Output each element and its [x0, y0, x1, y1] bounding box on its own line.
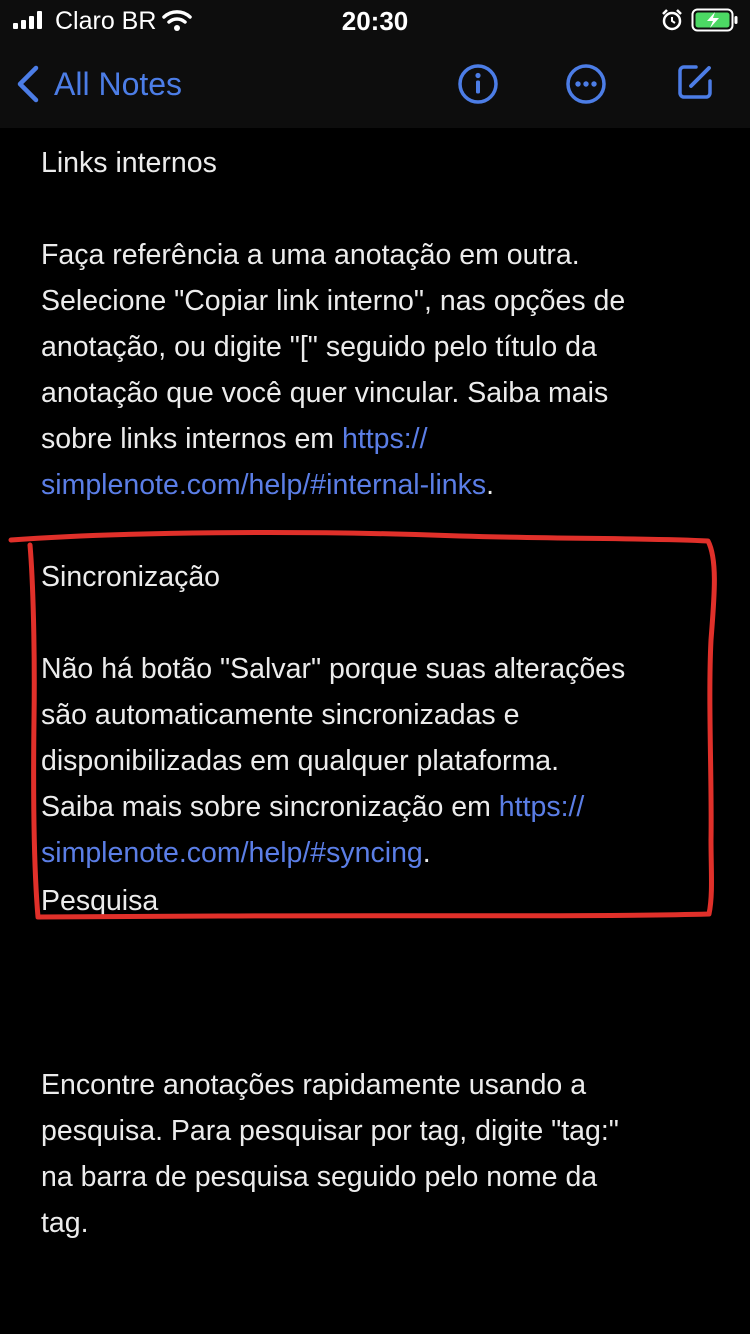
paragraph-line: tag. [41, 1207, 89, 1239]
paragraph-text: sobre links internos em [41, 423, 342, 455]
paragraph-line: simplenote.com/help/#internal-links. [41, 462, 721, 508]
status-bar: Claro BR 20:30 [0, 0, 750, 40]
info-icon[interactable] [457, 63, 499, 105]
heading-sincronizacao: Sincronização [41, 561, 221, 593]
paragraph-line: Selecione "Copiar link interno", nas opç… [41, 285, 626, 317]
internal-links-url-link[interactable]: https:// [342, 423, 428, 455]
paragraph-line: anotação que você quer vincular. Saiba m… [41, 377, 609, 409]
back-button-label: All Notes [54, 65, 183, 102]
paragraph-line: pesquisa. Para pesquisar por tag, digite… [41, 1115, 619, 1147]
paragraph-line: Saiba mais sobre sincronização em https:… [41, 784, 721, 830]
paragraph-text: Saiba mais sobre sincronização em [41, 791, 499, 823]
heading-links-internos: Links internos [41, 147, 217, 179]
more-options-icon[interactable] [565, 63, 607, 105]
note-content[interactable]: Links internos Faça referência a uma ano… [41, 140, 721, 1246]
status-time: 20:30 [341, 6, 409, 36]
chevron-left-icon [17, 65, 39, 103]
paragraph-line: na barra de pesquisa seguido pelo nome d… [41, 1161, 598, 1193]
paragraph-line: disponibilizadas em qualquer plataforma. [41, 745, 560, 777]
paragraph-line: são automaticamente sincronizadas e [41, 699, 520, 731]
navigation-bar: All Notes [0, 40, 750, 128]
battery-charging-icon [691, 8, 738, 32]
compose-new-note-icon[interactable] [676, 63, 714, 101]
heading-pesquisa: Pesquisa [41, 885, 159, 917]
paragraph-line: simplenote.com/help/#syncing. [41, 830, 721, 876]
paragraph-line: Faça referência a uma anotação em outra. [41, 239, 580, 271]
paragraph-line: sobre links internos em https:// [41, 416, 721, 462]
syncing-url-link[interactable]: https:// [499, 791, 585, 823]
back-button-all-notes[interactable]: All Notes [14, 60, 182, 108]
paragraph-line: Não há botão "Salvar" porque suas altera… [41, 653, 626, 685]
period: . [486, 469, 495, 501]
period: . [422, 837, 431, 869]
internal-links-url-link-continued[interactable]: simplenote.com/help/#internal-links [41, 469, 486, 501]
alarm-clock-icon [662, 9, 682, 31]
syncing-url-link-continued[interactable]: simplenote.com/help/#syncing [41, 837, 423, 869]
paragraph-line: Encontre anotações rapidamente usando a [41, 1069, 587, 1101]
paragraph-line: anotação, ou digite "[" seguido pelo tít… [41, 331, 597, 363]
